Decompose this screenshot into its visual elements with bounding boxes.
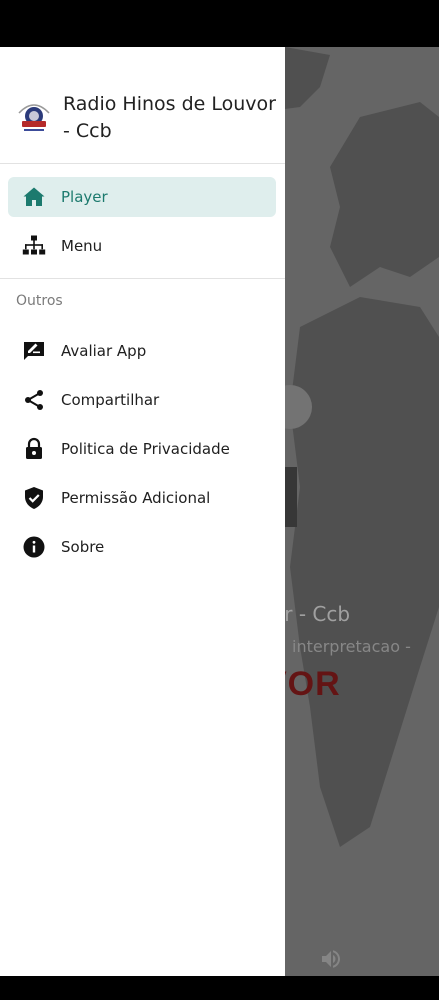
system-navigation-bar — [0, 976, 439, 1000]
menu-item-menu[interactable]: Menu — [8, 226, 276, 266]
menu-item-compartilhar[interactable]: Compartilhar — [8, 380, 276, 420]
menu-item-label: Player — [61, 188, 108, 206]
menu-item-label: Sobre — [61, 538, 105, 556]
section-label-outros: Outros — [16, 293, 63, 309]
header-divider — [0, 163, 285, 164]
app-title: Radio Hinos de Louvor - Ccb — [63, 93, 276, 142]
menu-item-label: Permissão Adicional — [61, 489, 211, 507]
menu-item-sobre[interactable]: Sobre — [8, 527, 276, 567]
info-icon — [23, 536, 45, 558]
menu-item-label: Compartilhar — [61, 391, 160, 409]
menu-item-label: Politica de Privacidade — [61, 440, 230, 458]
menu-item-player[interactable]: Player — [8, 177, 276, 217]
status-bar — [0, 0, 439, 47]
menu-item-label: Menu — [61, 237, 103, 255]
drawer-header: Radio Hinos de Louvor - Ccb — [0, 47, 285, 163]
navigation-drawer: Radio Hinos de Louvor - Ccb Player Menu … — [0, 47, 285, 976]
rate-review-icon — [24, 342, 44, 360]
menu-item-label: Avaliar App — [61, 342, 147, 360]
sitemap-icon — [22, 235, 46, 255]
home-icon — [23, 187, 45, 206]
radio-logo-icon — [18, 104, 50, 131]
menu-item-politica-de-privacidade[interactable]: Politica de Privacidade — [8, 429, 276, 469]
share-icon — [25, 390, 43, 410]
menu-item-avaliar-app[interactable]: Avaliar App — [8, 331, 276, 371]
section-divider — [0, 278, 285, 279]
shield-check-icon — [25, 487, 43, 509]
lock-icon — [26, 437, 42, 459]
menu-item-permissao-adicional[interactable]: Permissão Adicional — [8, 478, 276, 518]
